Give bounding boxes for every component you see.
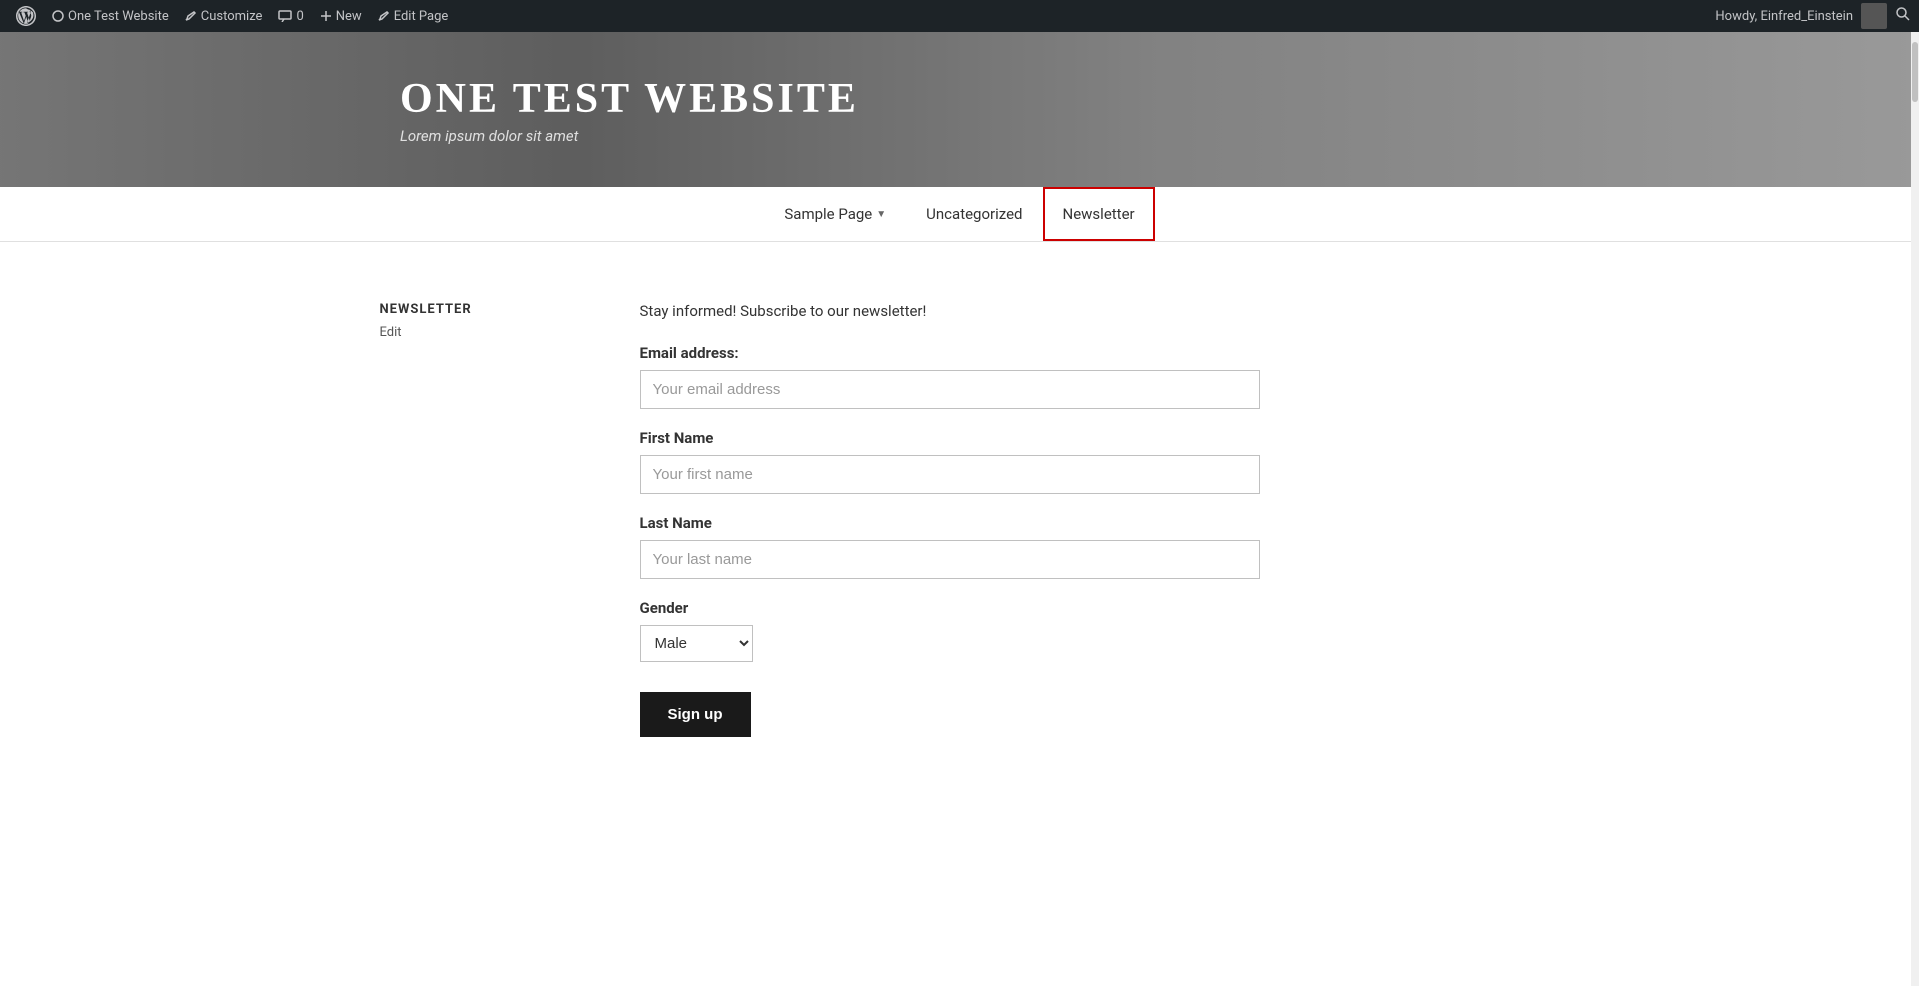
email-input[interactable]	[640, 370, 1260, 409]
page-content: NEWSLETTER Edit Stay informed! Subscribe…	[360, 242, 1560, 797]
site-title: ONE TEST WEBSITE	[400, 75, 859, 123]
chevron-down-icon: ▼	[876, 209, 886, 220]
signup-button[interactable]: Sign up	[640, 692, 751, 737]
admin-bar-customize-label: Customize	[201, 9, 263, 24]
email-form-group: Email address:	[640, 344, 1340, 409]
nav-item-newsletter[interactable]: Newsletter	[1043, 187, 1155, 241]
sidebar-widget-title: NEWSLETTER	[380, 302, 600, 317]
last-name-input[interactable]	[640, 540, 1260, 579]
admin-bar-edit-page[interactable]: Edit Page	[370, 0, 457, 32]
admin-bar-comments-count: 0	[296, 9, 303, 24]
first-name-input[interactable]	[640, 455, 1260, 494]
nav-inner: Sample Page ▼ Uncategorized Newsletter	[764, 187, 1154, 241]
form-intro-text: Stay informed! Subscribe to our newslett…	[640, 302, 1340, 320]
site-tagline: Lorem ipsum dolor sit amet	[400, 127, 859, 145]
nav-item-newsletter-label: Newsletter	[1063, 205, 1135, 223]
site-hero: ONE TEST WEBSITE Lorem ipsum dolor sit a…	[0, 32, 1919, 187]
first-name-form-group: First Name	[640, 429, 1340, 494]
hero-text: ONE TEST WEBSITE Lorem ipsum dolor sit a…	[400, 75, 859, 145]
site-navigation: Sample Page ▼ Uncategorized Newsletter	[0, 187, 1919, 242]
admin-bar-user-greeting: Howdy, Einfred_Einstein	[1715, 9, 1853, 24]
sidebar-column: NEWSLETTER Edit	[380, 302, 600, 737]
email-label: Email address:	[640, 344, 1340, 362]
admin-bar-new[interactable]: New	[312, 0, 370, 32]
scrollbar[interactable]	[1911, 32, 1919, 986]
admin-bar-new-label: New	[336, 9, 362, 24]
gender-form-group: Gender Male Female Other	[640, 599, 1340, 662]
admin-bar-wp-logo[interactable]	[8, 0, 44, 32]
admin-bar-site-label: One Test Website	[68, 9, 169, 24]
admin-bar-comments[interactable]: 0	[270, 0, 311, 32]
admin-bar: One Test Website Customize 0 New Edit Pa…	[0, 0, 1919, 32]
gender-label: Gender	[640, 599, 1340, 617]
admin-bar-edit-page-label: Edit Page	[394, 9, 449, 24]
nav-item-uncategorized-label: Uncategorized	[926, 205, 1022, 223]
admin-bar-site[interactable]: One Test Website	[44, 0, 177, 32]
newsletter-form-column: Stay informed! Subscribe to our newslett…	[640, 302, 1340, 737]
last-name-label: Last Name	[640, 514, 1340, 532]
nav-item-sample-page-label: Sample Page	[784, 205, 872, 223]
admin-bar-avatar[interactable]	[1861, 3, 1887, 29]
nav-item-sample-page[interactable]: Sample Page ▼	[764, 187, 906, 241]
nav-item-uncategorized[interactable]: Uncategorized	[906, 187, 1042, 241]
sidebar-edit-link[interactable]: Edit	[380, 325, 402, 340]
admin-bar-search-icon[interactable]	[1895, 6, 1911, 26]
gender-select[interactable]: Male Female Other	[640, 625, 753, 662]
hero-background	[0, 32, 1919, 187]
site-wrapper: ONE TEST WEBSITE Lorem ipsum dolor sit a…	[0, 32, 1919, 797]
scrollbar-thumb	[1912, 42, 1918, 102]
first-name-label: First Name	[640, 429, 1340, 447]
admin-bar-customize[interactable]: Customize	[177, 0, 271, 32]
last-name-form-group: Last Name	[640, 514, 1340, 579]
admin-bar-right: Howdy, Einfred_Einstein	[1715, 3, 1911, 29]
